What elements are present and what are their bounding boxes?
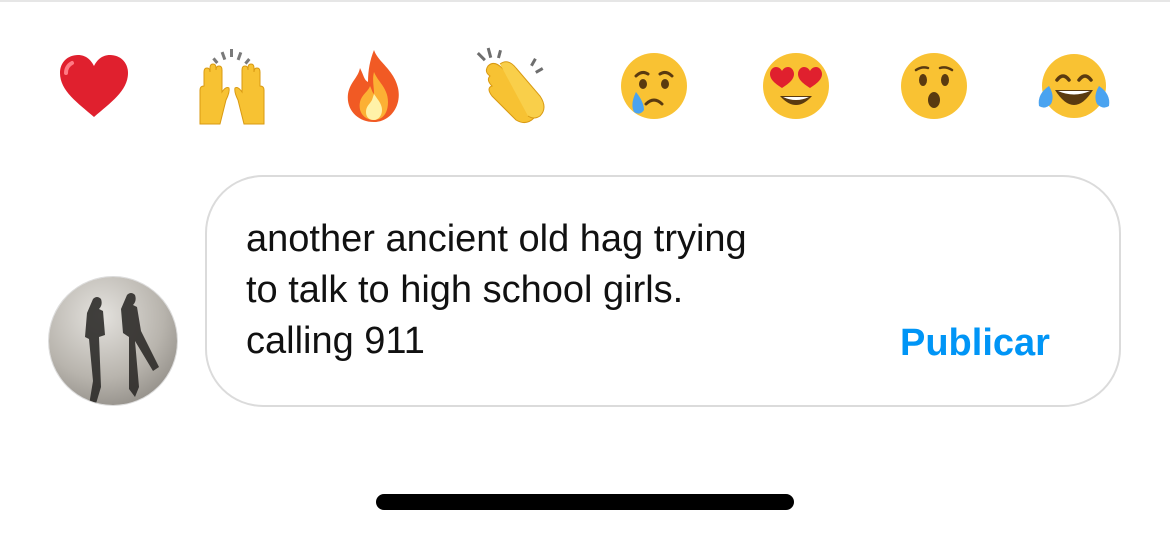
home-indicator[interactable] bbox=[376, 494, 794, 510]
tears-of-joy-face-icon[interactable] bbox=[1032, 44, 1116, 128]
crying-face-icon[interactable] bbox=[612, 44, 696, 128]
surprised-face-icon[interactable] bbox=[892, 44, 976, 128]
top-divider bbox=[0, 0, 1170, 2]
comment-input-text[interactable]: another ancient old hag trying to talk t… bbox=[246, 214, 866, 367]
fire-icon[interactable] bbox=[332, 44, 416, 128]
red-heart-icon[interactable] bbox=[52, 44, 136, 128]
raising-hands-icon[interactable] bbox=[190, 44, 274, 128]
clapping-hands-icon[interactable] bbox=[474, 44, 558, 128]
post-button[interactable]: Publicar bbox=[900, 318, 1080, 368]
emoji-reaction-bar bbox=[0, 44, 1170, 128]
heart-eyes-face-icon[interactable] bbox=[754, 44, 838, 128]
avatar[interactable] bbox=[48, 276, 178, 406]
